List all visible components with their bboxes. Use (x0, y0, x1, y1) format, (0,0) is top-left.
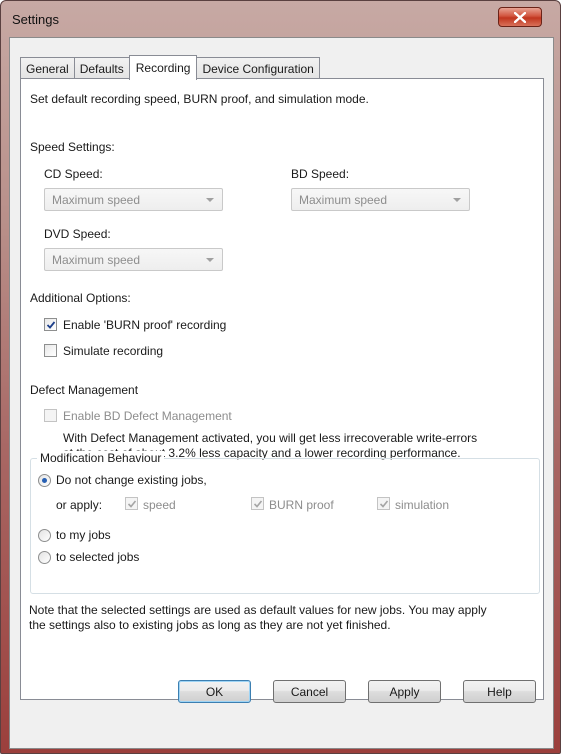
bd-defect-management-label: Enable BD Defect Management (63, 409, 232, 423)
radio-do-not-change[interactable] (38, 474, 51, 487)
dialog-body: General Defaults Recording Device Config… (9, 37, 554, 749)
bd-speed-value: Maximum speed (299, 193, 388, 207)
apply-burn-proof-label: BURN proof (269, 498, 334, 512)
radio-to-my-jobs-label: to my jobs (56, 528, 111, 542)
checkmark-icon (46, 321, 56, 329)
tab-defaults[interactable]: Defaults (73, 57, 130, 79)
footer-note-line1: Note that the selected settings are used… (29, 603, 487, 617)
radio-to-my-jobs[interactable] (38, 529, 51, 542)
settings-window: Settings General Defaults Recording Devi… (0, 0, 561, 754)
tab-general[interactable]: General (20, 57, 75, 79)
dvd-speed-select[interactable]: Maximum speed (44, 248, 223, 271)
footer-note-line2: the settings also to existing jobs as lo… (29, 618, 391, 632)
window-title: Settings (12, 12, 59, 27)
dvd-speed-label: DVD Speed: (44, 227, 111, 241)
title-bar[interactable]: Settings (1, 1, 561, 37)
cd-speed-value: Maximum speed (52, 193, 141, 207)
apply-simulation-checkbox[interactable] (377, 497, 390, 510)
radio-to-selected-jobs-label: to selected jobs (56, 550, 140, 564)
cancel-button[interactable]: Cancel (273, 680, 346, 703)
apply-burn-proof-checkbox[interactable] (251, 497, 264, 510)
simulate-recording-label: Simulate recording (63, 344, 164, 358)
radio-do-not-change-label: Do not change existing jobs, (56, 473, 207, 487)
checkmark-icon (379, 500, 389, 508)
apply-button[interactable]: Apply (368, 680, 441, 703)
simulate-recording-checkbox[interactable] (44, 344, 57, 357)
bd-speed-select[interactable]: Maximum speed (291, 188, 470, 211)
defect-management-heading: Defect Management (30, 383, 139, 397)
speed-settings-heading: Speed Settings: (30, 140, 115, 154)
cd-speed-label: CD Speed: (44, 167, 103, 181)
modification-behaviour-heading: Modification Behaviour (37, 451, 165, 465)
chevron-down-icon (206, 198, 214, 202)
apply-simulation-label: simulation (395, 498, 450, 512)
defect-note-line1: With Defect Management activated, you wi… (63, 431, 478, 445)
apply-speed-checkbox[interactable] (125, 497, 138, 510)
close-icon (514, 11, 526, 23)
radio-to-selected-jobs[interactable] (38, 551, 51, 564)
close-button[interactable] (498, 7, 542, 27)
cd-speed-select[interactable]: Maximum speed (44, 188, 223, 211)
help-button[interactable]: Help (463, 680, 536, 703)
chevron-down-icon (206, 258, 214, 262)
chevron-down-icon (453, 198, 461, 202)
bd-defect-management-checkbox[interactable] (44, 409, 57, 422)
tab-device-configuration[interactable]: Device Configuration (196, 57, 320, 79)
or-apply-label: or apply: (56, 498, 103, 512)
checkmark-icon (253, 500, 263, 508)
bd-speed-label: BD Speed: (291, 167, 350, 181)
burn-proof-label: Enable 'BURN proof' recording (63, 318, 227, 332)
dvd-speed-value: Maximum speed (52, 253, 141, 267)
checkmark-icon (127, 500, 137, 508)
tab-recording[interactable]: Recording (128, 55, 198, 80)
burn-proof-checkbox[interactable] (44, 318, 57, 331)
page-description: Set default recording speed, BURN proof,… (30, 92, 369, 106)
apply-speed-label: speed (143, 498, 176, 512)
tab-strip: General Defaults Recording Device Config… (20, 55, 320, 80)
ok-button[interactable]: OK (178, 680, 251, 703)
additional-options-heading: Additional Options: (30, 291, 131, 305)
